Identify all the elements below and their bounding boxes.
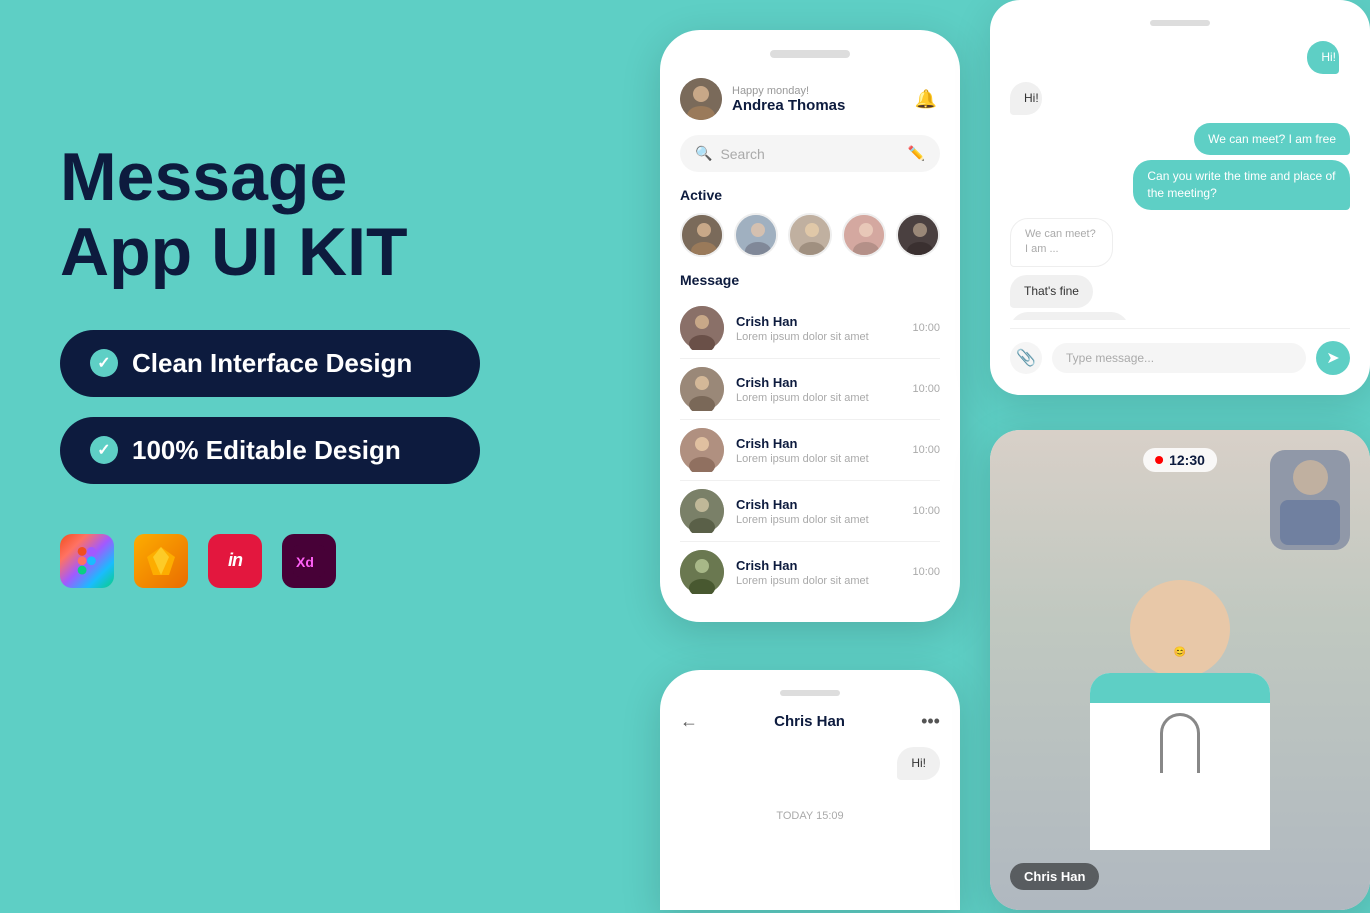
- msg-preview-3: Lorem ipsum dolor sit amet: [736, 453, 900, 465]
- msg-name-4: Crish Han: [736, 497, 900, 512]
- chat-messages: Hi! Hi! We can meet? I am free Can you w…: [1010, 41, 1350, 320]
- tool-icons: in Xd: [60, 534, 510, 588]
- message-input[interactable]: Type message...: [1052, 343, 1306, 373]
- svg-text:Xd: Xd: [296, 554, 314, 570]
- message-item-4[interactable]: Crish Han Lorem ipsum dolor sit amet 10:…: [680, 481, 940, 542]
- message-item-2[interactable]: Crish Han Lorem ipsum dolor sit amet 10:…: [680, 359, 940, 420]
- chat-header-bottom: ← Chris Han •••: [680, 711, 940, 732]
- check-icon-2: [90, 436, 118, 464]
- chat-bubble-sent-2: We can meet? I am free: [1194, 123, 1350, 156]
- chat-notch: [1150, 20, 1210, 26]
- badge-label-1: Clean Interface Design: [132, 348, 412, 379]
- search-bar[interactable]: 🔍 Search ✏️: [680, 135, 940, 172]
- user-avatar: [680, 78, 722, 120]
- msg-time-5: 10:00: [912, 566, 940, 578]
- chat-bubble-received-1: Hi!: [1010, 82, 1042, 115]
- figma-icon: [60, 534, 114, 588]
- message-item-1[interactable]: Crish Han Lorem ipsum dolor sit amet 10:…: [680, 298, 940, 359]
- msg-avatar-3: [680, 428, 724, 472]
- compose-icon: ✏️: [908, 145, 925, 162]
- msg-time-3: 10:00: [912, 444, 940, 456]
- active-avatar-4[interactable]: [842, 213, 886, 257]
- msg-avatar-5: [680, 550, 724, 594]
- badge-label-2: 100% Editable Design: [132, 435, 401, 466]
- phone-header: Happy monday! Andrea Thomas 🔔: [660, 78, 960, 135]
- msg-avatar-4: [680, 489, 724, 533]
- chat-bubble-tower: Then at 5 near the tower: [1010, 312, 1129, 320]
- chat-panel: Hi! Hi! We can meet? I am free Can you w…: [990, 0, 1370, 395]
- msg-content-2: Crish Han Lorem ipsum dolor sit amet: [736, 375, 900, 404]
- back-icon[interactable]: ←: [680, 711, 698, 732]
- msg-time-4: 10:00: [912, 505, 940, 517]
- msg-preview-5: Lorem ipsum dolor sit amet: [736, 575, 900, 587]
- active-avatar-3[interactable]: [788, 213, 832, 257]
- notification-bell-icon[interactable]: 🔔: [912, 85, 940, 113]
- msg-avatar-2: [680, 367, 724, 411]
- sketch-icon: [134, 534, 188, 588]
- msg-time-2: 10:00: [912, 383, 940, 395]
- msg-time-1: 10:00: [912, 322, 940, 334]
- active-section-label: Active: [660, 187, 960, 213]
- active-avatar-5[interactable]: [896, 213, 940, 257]
- active-users-list: [660, 213, 960, 272]
- pip-thumbnail: [1270, 450, 1350, 550]
- msg-content-3: Crish Han Lorem ipsum dolor sit amet: [736, 436, 900, 465]
- msg-avatar-1: [680, 306, 724, 350]
- msg-preview-1: Lorem ipsum dolor sit amet: [736, 331, 900, 343]
- call-time-indicator: 12:30: [1143, 448, 1217, 472]
- msg-name-2: Crish Han: [736, 375, 900, 390]
- chat-bubble-sent-1: Hi!: [1307, 41, 1339, 74]
- phone-notch: [770, 50, 850, 58]
- send-button[interactable]: ➤: [1316, 341, 1350, 375]
- page-title: Message App UI KIT: [60, 140, 510, 290]
- bottom-phone-notch: [780, 690, 840, 696]
- message-item-3[interactable]: Crish Han Lorem ipsum dolor sit amet 10:…: [680, 420, 940, 481]
- active-avatar-2[interactable]: [734, 213, 778, 257]
- active-avatar-1[interactable]: [680, 213, 724, 257]
- chat-contact-name: Chris Han: [774, 713, 845, 730]
- feature-badges: Clean Interface Design 100% Editable Des…: [60, 330, 510, 484]
- msg-name-3: Crish Han: [736, 436, 900, 451]
- today-timestamp: TODAY 15:09: [680, 810, 940, 822]
- left-panel: Message App UI KIT Clean Interface Desig…: [0, 0, 570, 913]
- header-user-info: Happy monday! Andrea Thomas: [732, 85, 845, 114]
- chat-bubble-sent-3: Can you write the time and place of the …: [1133, 160, 1350, 210]
- message-section-label: Message: [660, 272, 960, 298]
- recording-dot: [1155, 456, 1163, 464]
- xd-icon: Xd: [282, 534, 336, 588]
- chat-bubble-small: We can meet? I am ...: [1010, 218, 1113, 267]
- user-name: Andrea Thomas: [732, 97, 845, 114]
- chat-input-area[interactable]: 📎 Type message... ➤: [1010, 328, 1350, 375]
- bottom-chat-phone: ← Chris Han ••• Hi! TODAY 15:09: [660, 670, 960, 910]
- badge-editable-design: 100% Editable Design: [60, 417, 480, 484]
- msg-preview-4: Lorem ipsum dolor sit amet: [736, 514, 900, 526]
- attach-icon[interactable]: 📎: [1010, 342, 1042, 374]
- hi-bubble-bottom: Hi!: [897, 747, 940, 780]
- call-time: 12:30: [1169, 452, 1205, 468]
- badge-clean-interface: Clean Interface Design: [60, 330, 480, 397]
- chat-bubble-thats-fine: That's fine: [1010, 275, 1093, 308]
- search-icon: 🔍: [695, 145, 712, 162]
- greeting-text: Happy monday!: [732, 85, 845, 97]
- message-list: Crish Han Lorem ipsum dolor sit amet 10:…: [660, 298, 960, 602]
- video-call-panel: 😊 12:30 Chris Han: [990, 430, 1370, 910]
- more-options-icon[interactable]: •••: [921, 711, 940, 732]
- msg-content-4: Crish Han Lorem ipsum dolor sit amet: [736, 497, 900, 526]
- caller-name-badge: Chris Han: [1010, 863, 1099, 890]
- phone-main-mockup: Happy monday! Andrea Thomas 🔔 🔍 Search ✏…: [660, 30, 960, 622]
- msg-preview-2: Lorem ipsum dolor sit amet: [736, 392, 900, 404]
- msg-name-1: Crish Han: [736, 314, 900, 329]
- message-item-5[interactable]: Crish Han Lorem ipsum dolor sit amet 10:…: [680, 542, 940, 602]
- msg-content-5: Crish Han Lorem ipsum dolor sit amet: [736, 558, 900, 587]
- msg-name-5: Crish Han: [736, 558, 900, 573]
- msg-content-1: Crish Han Lorem ipsum dolor sit amet: [736, 314, 900, 343]
- invision-icon: in: [208, 534, 262, 588]
- search-input[interactable]: Search: [720, 146, 899, 162]
- check-icon-1: [90, 349, 118, 377]
- header-left: Happy monday! Andrea Thomas: [680, 78, 845, 120]
